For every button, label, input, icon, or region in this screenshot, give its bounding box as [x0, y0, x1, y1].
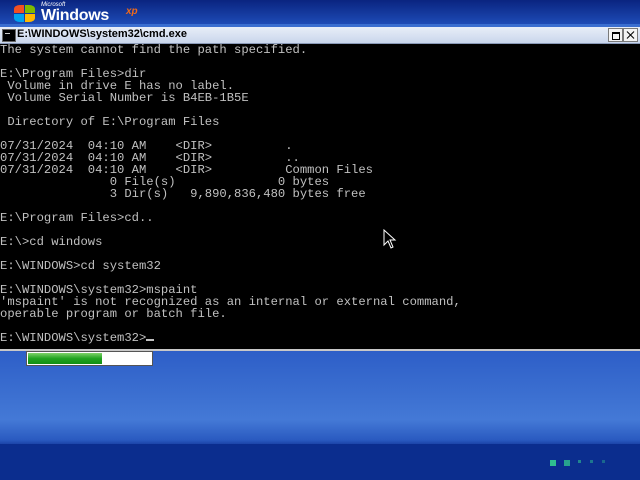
mouse-pointer-icon — [383, 229, 397, 249]
console-line: E:\Program Files>cd.. — [0, 211, 154, 225]
console-line: Volume Serial Number is B4EB-1B5E — [0, 91, 249, 105]
console-line: E:\>cd windows — [0, 235, 103, 249]
logo-windows-text: Windows — [41, 7, 109, 24]
window-titlebar[interactable]: E:\WINDOWS\system32\cmd.exe — [0, 27, 640, 44]
console-line: E:\WINDOWS>cd system32 — [0, 259, 161, 273]
text-cursor — [146, 339, 155, 341]
console-line: The system cannot find the path specifie… — [0, 44, 308, 57]
restore-icon[interactable] — [608, 28, 623, 42]
command-prompt-window[interactable]: E:\WINDOWS\system32\cmd.exe The system c… — [0, 27, 640, 351]
logo-xp-text: xp — [126, 6, 138, 17]
bottom-band — [0, 444, 640, 480]
progress-fill — [28, 353, 102, 364]
console-line: 3 Dir(s) 9,890,836,480 bytes free — [0, 187, 366, 201]
console-output[interactable]: The system cannot find the path specifie… — [0, 44, 640, 349]
boot-progress-bar — [26, 351, 153, 366]
windows-flag-icon — [14, 5, 36, 23]
console-line: Directory of E:\Program Files — [0, 115, 220, 129]
console-line: E:\WINDOWS\system32> — [0, 332, 640, 344]
close-icon[interactable] — [623, 28, 638, 42]
console-icon[interactable] — [2, 29, 16, 42]
windows-xp-logo: Microsoft Windows xp — [14, 2, 144, 24]
tray-indicator — [550, 460, 620, 468]
console-line: operable program or batch file. — [0, 307, 227, 321]
window-title: E:\WINDOWS\system32\cmd.exe — [17, 28, 187, 40]
